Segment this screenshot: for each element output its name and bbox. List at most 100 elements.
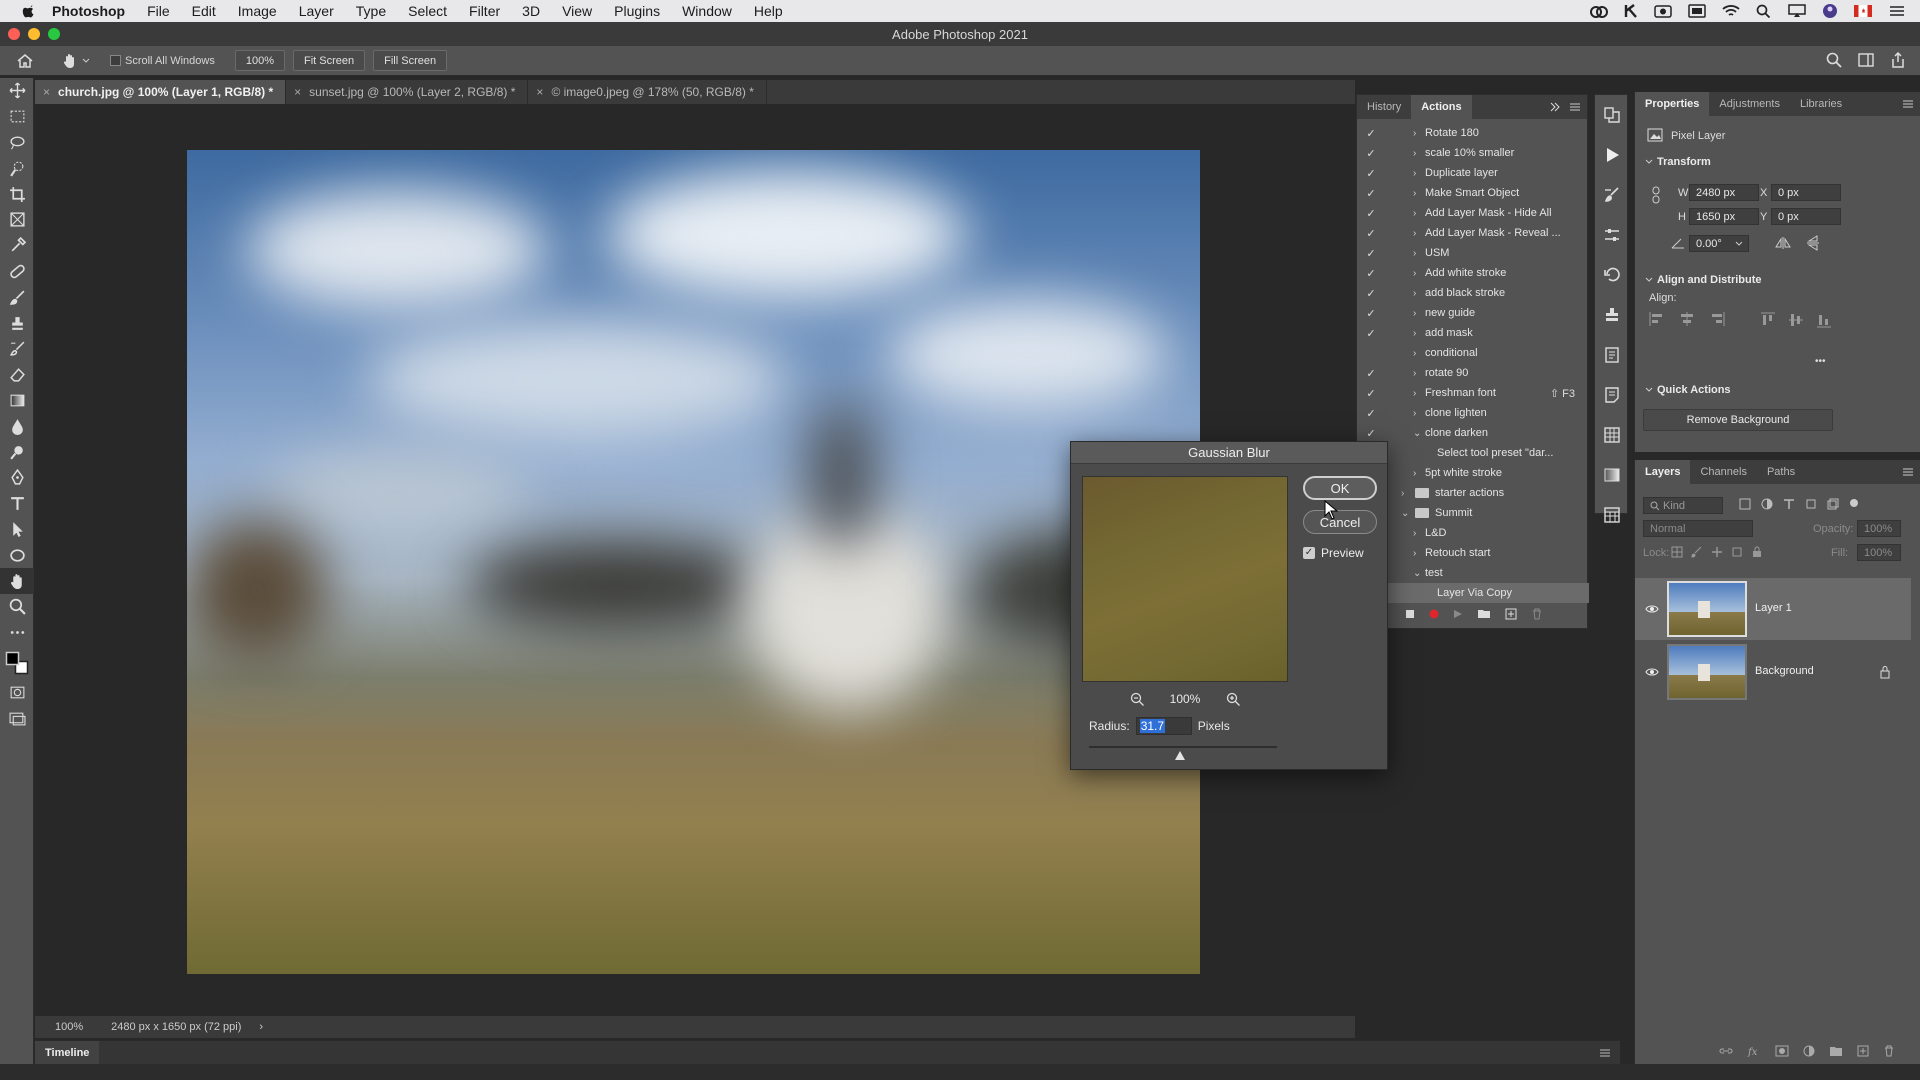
chevron-right-icon[interactable]: › [1413,368,1416,379]
radius-input[interactable]: 31.7 [1135,717,1192,735]
action-row[interactable]: › L&D [1357,523,1589,543]
menu-app-photoshop[interactable]: Photoshop [52,3,125,19]
chevron-right-icon[interactable]: › [1401,488,1404,499]
user-avatar-icon[interactable] [1822,3,1838,19]
action-toggle-checkbox[interactable]: ✓ [1365,187,1377,200]
menu-filter[interactable]: Filter [469,3,500,19]
panel-menu-icon[interactable] [1902,99,1914,109]
close-tab-icon[interactable]: × [294,85,301,99]
align-right-icon[interactable] [1709,312,1725,326]
tool-dodge[interactable] [0,439,34,465]
fill-field[interactable]: 100% [1857,544,1901,561]
tool-type[interactable] [0,491,34,517]
action-toggle-checkbox[interactable]: ✓ [1365,227,1377,240]
lock-icon[interactable] [1879,665,1891,679]
blend-mode-select[interactable]: Normal [1643,520,1753,537]
filter-smart-object-icon[interactable] [1827,498,1839,510]
share-icon[interactable] [1890,52,1906,68]
record-icon[interactable] [1429,609,1439,619]
chevron-down-icon[interactable] [1645,276,1653,284]
action-toggle-checkbox[interactable]: ✓ [1365,387,1377,400]
strip-stamp-btn[interactable] [1595,295,1629,335]
action-row[interactable]: ✓ › add black stroke [1357,283,1589,303]
chevron-right-icon[interactable]: › [1413,168,1416,179]
filter-shape-icon[interactable] [1805,498,1817,510]
chevron-right-icon[interactable]: › [1413,388,1416,399]
tool-gradient[interactable] [0,388,34,414]
strip-gradient-btn[interactable] [1595,455,1629,495]
filter-adjustment-icon[interactable] [1761,498,1773,510]
width-field[interactable]: 2480 px [1689,184,1759,201]
action-toggle-checkbox[interactable]: ✓ [1365,207,1377,220]
more-options-icon[interactable]: ••• [1815,356,1826,367]
chevron-down-icon[interactable] [82,57,90,65]
strip-brush-settings-btn[interactable] [1595,175,1629,215]
screen-share-icon[interactable] [1688,4,1706,18]
align-middle-v-icon[interactable] [1789,312,1803,328]
link-chain-icon[interactable] [1651,186,1661,204]
apple-icon[interactable] [20,3,40,19]
action-row[interactable]: ✓ › Add Layer Mask - Hide All [1357,203,1589,223]
filter-pixel-icon[interactable] [1739,498,1751,510]
new-action-icon[interactable] [1505,608,1517,620]
chevron-right-icon[interactable]: › [1413,208,1416,219]
chevron-right-icon[interactable]: › [1413,148,1416,159]
action-row[interactable]: › 5pt white stroke [1357,463,1589,483]
strip-info-btn[interactable] [1595,335,1629,375]
home-icon[interactable] [16,53,34,69]
link-layers-icon[interactable] [1719,1045,1733,1057]
action-toggle-checkbox[interactable]: ✓ [1365,307,1377,320]
play-icon[interactable] [1453,609,1463,619]
tool-history-brush[interactable] [0,336,34,362]
chevron-down-icon[interactable]: ⌄ [1413,428,1421,439]
height-field[interactable]: 1650 px [1689,208,1759,225]
adjustment-layer-icon[interactable] [1803,1045,1815,1057]
menu-window[interactable]: Window [682,3,732,19]
chevron-right-icon[interactable]: › [1413,188,1416,199]
lock-artboard-icon[interactable] [1731,546,1743,558]
strip-adjust-btn[interactable] [1595,215,1629,255]
chevron-down-icon[interactable]: ⌄ [1401,508,1409,519]
action-row[interactable]: › Retouch start [1357,543,1589,563]
ok-button[interactable]: OK [1303,476,1377,500]
tool-shape[interactable] [0,542,34,568]
chevron-right-icon[interactable]: › [1413,408,1416,419]
tool-blur[interactable] [0,413,34,439]
visibility-eye-icon[interactable] [1645,667,1659,677]
action-toggle-checkbox[interactable]: ✓ [1365,287,1377,300]
filter-type-icon[interactable] [1783,498,1795,510]
tool-marquee[interactable] [0,104,34,130]
radius-slider-track[interactable] [1089,746,1277,748]
chevron-right-icon[interactable]: › [1413,468,1416,479]
action-toggle-checkbox[interactable]: ✓ [1365,427,1377,440]
action-row[interactable]: ✓ › Freshman font ⇧ F3 [1357,383,1589,403]
action-row[interactable]: Layer Via Copy [1357,583,1589,603]
align-bottom-icon[interactable] [1817,312,1831,328]
action-row[interactable]: ✓ › add mask [1357,323,1589,343]
zoom-in-icon[interactable] [1226,692,1241,706]
quick-actions-title[interactable]: Quick Actions [1657,384,1731,396]
align-left-icon[interactable] [1649,312,1665,326]
folder-icon[interactable] [1477,609,1491,619]
tool-hand[interactable] [0,568,34,594]
color-swatches[interactable] [0,646,34,680]
action-toggle-checkbox[interactable]: ✓ [1365,167,1377,180]
action-row[interactable]: ✓ › rotate 90 [1357,363,1589,383]
strip-history-icon-btn[interactable] [1595,95,1629,135]
strip-clone-source-btn[interactable] [1595,255,1629,295]
action-row[interactable]: ✓ ⌄ clone darken [1357,423,1589,443]
chevron-down-icon[interactable] [1645,386,1653,394]
align-section-title[interactable]: Align and Distribute [1657,274,1762,286]
menu-select[interactable]: Select [408,3,447,19]
layer-filter-kind[interactable]: Kind [1643,497,1723,514]
chevron-right-icon[interactable]: › [1413,268,1416,279]
tool-zoom[interactable] [0,594,34,620]
close-window-button[interactable] [8,28,20,40]
chevron-down-icon[interactable] [1645,158,1653,166]
panel-menu-icon[interactable] [1598,1047,1612,1059]
tab-adjustments[interactable]: Adjustments [1709,92,1790,116]
tool-move[interactable] [0,78,34,104]
tab-libraries[interactable]: Libraries [1790,92,1852,116]
doc-tab-church[interactable]: × church.jpg @ 100% (Layer 1, RGB/8) * [35,80,287,104]
action-toggle-checkbox[interactable]: ✓ [1365,407,1377,420]
